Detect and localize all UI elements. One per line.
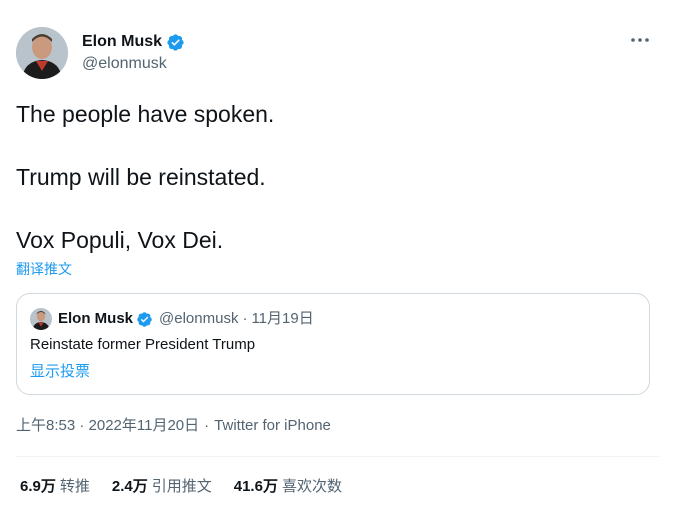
quoted-tweet-header: Elon Musk @elonmusk · 11月19日 bbox=[58, 309, 314, 329]
quoted-tweet-card[interactable]: Elon Musk @elonmusk · 11月19日 Reinstate f… bbox=[16, 293, 650, 395]
tweet-metadata: 上午8:53 · 2022年11月20日 · Twitter for iPhon… bbox=[16, 416, 331, 436]
tweet-timestamp[interactable]: 上午8:53 · 2022年11月20日 bbox=[16, 416, 199, 436]
author-avatar[interactable] bbox=[16, 27, 68, 79]
stat-count: 6.9万 bbox=[20, 478, 56, 495]
quoted-author-name[interactable]: Elon Musk bbox=[58, 309, 133, 329]
stat-label: 喜欢次数 bbox=[281, 478, 342, 495]
stat-label: 引用推文 bbox=[151, 478, 212, 495]
quoted-author-avatar[interactable] bbox=[30, 308, 52, 330]
author-name-text[interactable]: Elon Musk bbox=[82, 32, 162, 52]
author-name[interactable]: Elon Musk bbox=[82, 32, 185, 52]
quote-tweets-stat[interactable]: 2.4万 引用推文 bbox=[112, 477, 212, 497]
quoted-tweet-text: Reinstate former President Trump bbox=[30, 336, 256, 353]
retweets-stat[interactable]: 6.9万 转推 bbox=[20, 477, 90, 497]
translate-tweet-link[interactable]: 翻译推文 bbox=[16, 259, 72, 279]
likes-stat[interactable]: 41.6万 喜欢次数 bbox=[234, 477, 342, 497]
quoted-author-handle[interactable]: @elonmusk bbox=[159, 309, 238, 329]
tweet-stats: 6.9万 转推 2.4万 引用推文 41.6万 喜欢次数 bbox=[20, 477, 342, 497]
meta-separator: · bbox=[204, 417, 210, 434]
tweet-text-line: Trump will be reinstated. bbox=[16, 164, 266, 190]
divider bbox=[16, 456, 659, 457]
quoted-tweet-date[interactable]: 11月19日 bbox=[251, 309, 313, 329]
author-handle[interactable]: @elonmusk bbox=[82, 54, 167, 74]
stat-label: 转推 bbox=[59, 478, 90, 495]
tweet-text-line: The people have spoken. bbox=[16, 101, 275, 127]
more-options-button[interactable] bbox=[627, 30, 653, 50]
tweet-source[interactable]: Twitter for iPhone bbox=[214, 416, 331, 436]
meta-separator: · bbox=[242, 310, 248, 327]
stat-count: 41.6万 bbox=[233, 478, 278, 495]
verified-badge-icon bbox=[167, 33, 184, 51]
tweet-text-line: Vox Populi, Vox Dei. bbox=[16, 227, 224, 253]
avatar-image bbox=[16, 27, 68, 79]
more-options-icon bbox=[631, 38, 649, 42]
tweet-text: The people have spoken. Trump will be re… bbox=[16, 96, 656, 285]
avatar-image bbox=[30, 308, 52, 330]
stat-count: 2.4万 bbox=[111, 478, 148, 495]
show-poll-link[interactable]: 显示投票 bbox=[30, 362, 90, 382]
verified-badge-icon bbox=[137, 311, 152, 327]
